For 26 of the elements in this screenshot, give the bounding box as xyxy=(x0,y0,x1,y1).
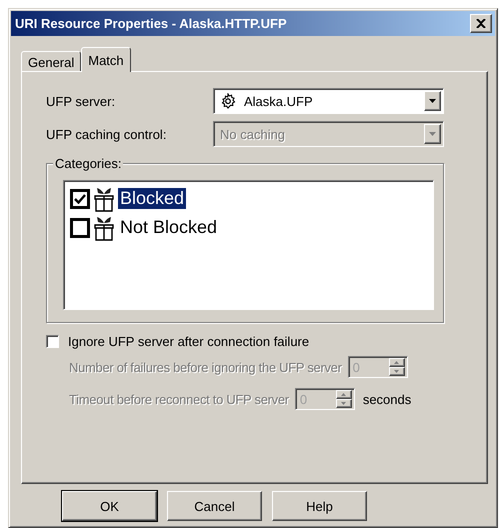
tab[interactable]: Match xyxy=(81,47,131,72)
list-item[interactable]: Not Blocked xyxy=(118,217,220,238)
field-label: UFP caching control: xyxy=(46,126,168,142)
gift-icon xyxy=(93,214,115,240)
categories-list[interactable]: Blocked Not Blocked xyxy=(63,180,434,310)
field-label: Timeout before reconnect to UFP server xyxy=(69,392,289,406)
checkbox[interactable] xyxy=(46,335,59,348)
close-icon xyxy=(476,19,486,28)
dialog-button[interactable]: Help xyxy=(272,491,367,521)
gift-icon xyxy=(93,186,115,212)
checkmark-icon xyxy=(74,194,86,204)
gear-icon xyxy=(220,93,236,109)
checkbox[interactable] xyxy=(70,218,90,238)
window-title: URI Resource Properties - Alaska.HTTP.UFP xyxy=(15,16,288,31)
tab[interactable]: General xyxy=(21,51,82,71)
field-label: UFP server: xyxy=(46,94,116,108)
group-label: Categories: xyxy=(53,156,124,171)
list-item[interactable]: Blocked xyxy=(118,188,186,209)
close-button[interactable] xyxy=(470,14,492,33)
checkbox[interactable] xyxy=(70,188,90,208)
checkbox-label: Ignore UFP server after connection failure xyxy=(68,334,310,349)
dialog-button[interactable]: Cancel xyxy=(167,491,262,521)
field-label: Number of failures before ignoring the UFP server xyxy=(69,360,342,374)
unit-label: seconds xyxy=(362,392,412,406)
dropdown-field[interactable]: Alaska.UFP xyxy=(213,88,444,114)
dialog-button[interactable]: OK xyxy=(62,491,157,521)
